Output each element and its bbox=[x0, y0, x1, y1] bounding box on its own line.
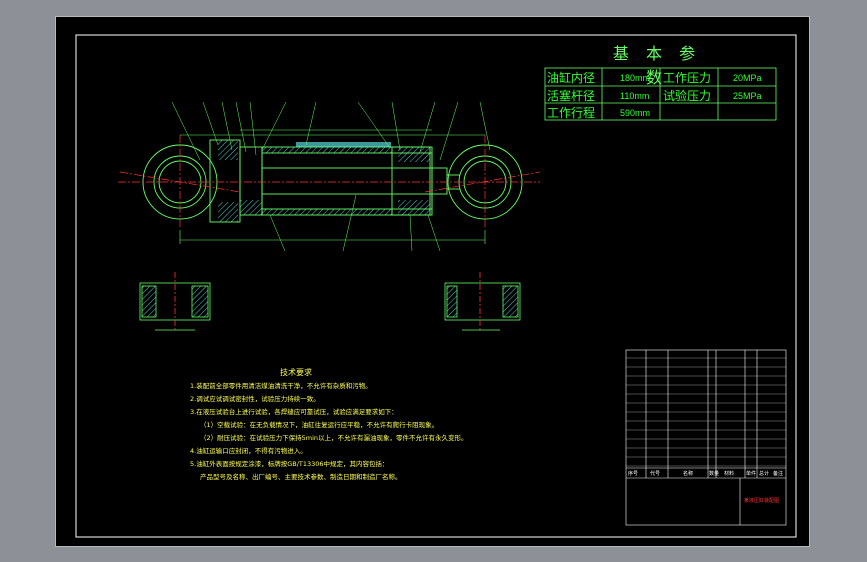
tech-line: 4.油缸运输口应封闭，不得有污物进入。 bbox=[190, 447, 307, 455]
part-leaders bbox=[171, 101, 491, 252]
param-value-2: 20MPa bbox=[733, 73, 762, 83]
tech-line: 2.调试应试调试密封性，试验压力持续一致。 bbox=[190, 395, 320, 403]
tb-header-no: 序号 bbox=[628, 471, 639, 477]
tb-header-unit: 单件 bbox=[746, 471, 757, 477]
tech-line: 1.装配前全部零件用清洁煤油清洗干净，不允许有杂质和污物。 bbox=[190, 382, 372, 390]
inner-frame bbox=[75, 34, 797, 538]
tech-line: （2）耐压试验：在试验压力下保持5min以上，不允许有漏油现象，零件不允许有永久… bbox=[200, 434, 468, 442]
tb-header-total: 总计 bbox=[759, 471, 770, 477]
param-value-5: 590mm bbox=[620, 108, 651, 118]
drawing-name: 某液压缸装配图 bbox=[744, 498, 780, 504]
param-label-4: 试验压力 bbox=[663, 89, 712, 103]
detail-view-left bbox=[139, 272, 211, 331]
detail-view-right bbox=[444, 272, 521, 331]
param-label-2: 工作压力 bbox=[663, 71, 712, 85]
param-value-4: 25MPa bbox=[733, 91, 762, 101]
param-label-5: 工作行程 bbox=[547, 106, 596, 120]
param-value-1: 180mm bbox=[620, 73, 651, 83]
cylinder-assembly-drawing bbox=[75, 34, 797, 538]
param-label-3: 活塞杆径 bbox=[547, 89, 596, 103]
title-block-rows bbox=[626, 357, 786, 467]
tech-line: （1）空载试验：在无负载情况下，油缸往复运行应平稳，不允许有爬行卡阻现象。 bbox=[200, 421, 439, 429]
tb-header-qty: 数量 bbox=[709, 471, 720, 477]
tech-line: 3.在液压试验台上进行试验，各焊缝应可靠试压，试验应满足要求如下： bbox=[190, 408, 398, 416]
tech-line: 产品型号及名称、出厂编号、主要技术参数、制造日期和制造厂名称。 bbox=[200, 473, 402, 481]
tb-header-name: 名称 bbox=[683, 471, 694, 477]
param-label-1: 油缸内径 bbox=[547, 71, 596, 85]
hatched-sections bbox=[218, 140, 430, 222]
tb-header-remark: 备注 bbox=[773, 471, 784, 477]
tb-header-material: 材料 bbox=[724, 471, 735, 477]
tb-header-code: 代号 bbox=[650, 471, 661, 477]
tech-line: 5.油缸外表面按规定涂漆，标牌按GB/T13306中规定，其内容包括： bbox=[190, 460, 389, 468]
param-value-3: 110mm bbox=[620, 91, 650, 101]
tech-title: 技术要求 bbox=[280, 368, 312, 377]
